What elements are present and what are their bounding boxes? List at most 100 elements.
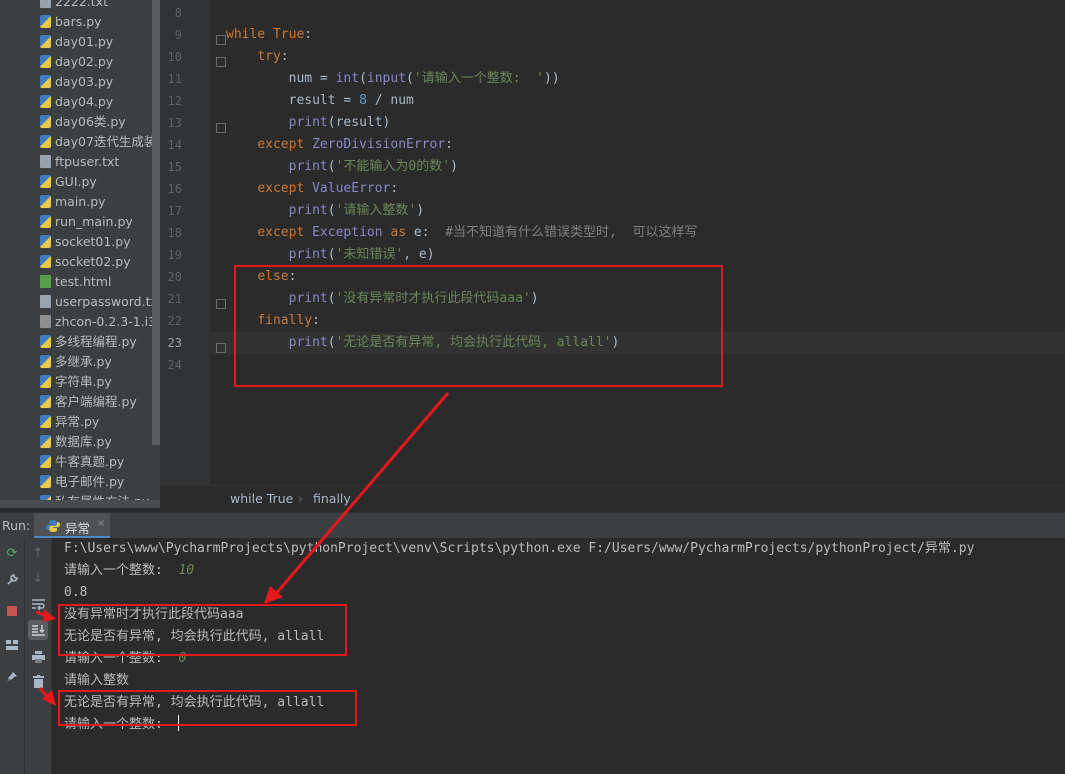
- python-file-icon: [40, 215, 51, 228]
- file-item[interactable]: ftpuser.txt: [40, 152, 160, 172]
- python-file-icon: [40, 475, 51, 488]
- line-number: 12: [167, 94, 182, 108]
- file-label: 多继承.py: [55, 354, 112, 369]
- file-item[interactable]: 异常.py: [40, 412, 160, 432]
- file-item[interactable]: main.py: [40, 192, 160, 212]
- file-item[interactable]: day01.py: [40, 32, 160, 52]
- line-number: 17: [167, 204, 182, 218]
- scroll-to-end-icon[interactable]: [28, 620, 48, 640]
- file-item[interactable]: 2222.txt: [40, 0, 160, 12]
- file-label: 数据库.py: [55, 434, 112, 449]
- code-line-19: print('未知错误', e): [288, 247, 435, 262]
- file-item[interactable]: 电子邮件.py: [40, 472, 160, 492]
- code-line-18: except Exception as e: #当不知道有什么错误类型时, 可以…: [257, 225, 698, 240]
- file-item[interactable]: 客户端编程.py: [40, 392, 160, 412]
- console-line: 无论是否有异常, 均会执行此代码, allall: [64, 695, 325, 710]
- code-editor[interactable]: 8 9 10 11 12 13 14 15 16 17 18 19 20 21 22 23 24 while T…: [160, 0, 1065, 485]
- soft-wrap-icon[interactable]: [29, 596, 47, 614]
- file-item[interactable]: day03.py: [40, 72, 160, 92]
- code-line-14: except ZeroDivisionError:: [257, 137, 453, 152]
- run-tab-label: 异常: [65, 521, 91, 536]
- print-icon[interactable]: [29, 648, 47, 666]
- file-label: day04.py: [55, 94, 114, 109]
- console-line: 没有异常时才执行此段代码aaa: [64, 607, 244, 622]
- python-file-icon: [40, 75, 51, 88]
- file-label: day06类.py: [55, 114, 126, 129]
- file-item[interactable]: bars.py: [40, 12, 160, 32]
- code-line-15: print('不能输入为0的数'): [288, 159, 458, 174]
- fold-marker-icon[interactable]: [216, 343, 226, 353]
- file-item[interactable]: 数据库.py: [40, 432, 160, 452]
- code-line-22: finally:: [257, 313, 320, 328]
- python-file-icon: [40, 35, 51, 48]
- code-line-17: print('请输入整数'): [288, 203, 425, 218]
- python-file-icon: [40, 335, 51, 348]
- close-icon[interactable]: ×: [97, 518, 105, 529]
- file-item[interactable]: zhcon-0.2.3-1.i386: [40, 312, 160, 332]
- html-file-icon: [40, 275, 51, 288]
- line-number: 16: [167, 182, 182, 196]
- python-file-icon: [40, 415, 51, 428]
- breadcrumb-item-finally[interactable]: finally: [313, 491, 351, 506]
- file-item[interactable]: test.html: [40, 272, 160, 292]
- run-tab[interactable]: 异常 ×: [34, 513, 110, 539]
- line-number: 23: [167, 336, 182, 350]
- file-item[interactable]: day06类.py: [40, 112, 160, 132]
- trash-icon[interactable]: [29, 672, 47, 690]
- file-item[interactable]: socket02.py: [40, 252, 160, 272]
- code-line-12: result = 8 / num: [288, 93, 414, 108]
- run-console[interactable]: F:\Users\www\PycharmProjects\pythonProje…: [52, 538, 1065, 774]
- file-item[interactable]: day04.py: [40, 92, 160, 112]
- file-label: run_main.py: [55, 214, 133, 229]
- fold-marker-icon[interactable]: [216, 123, 226, 133]
- run-toolbar-primary: ⟳: [0, 538, 25, 774]
- file-item[interactable]: 牛客真题.py: [40, 452, 160, 472]
- code-line-20: else:: [257, 269, 297, 284]
- python-file-icon: [40, 455, 51, 468]
- archive-file-icon: [40, 315, 51, 328]
- run-label: Run:: [2, 518, 31, 533]
- file-item[interactable]: 多线程编程.py: [40, 332, 160, 352]
- console-line: 0.8: [64, 585, 88, 600]
- file-item[interactable]: userpassword.txt: [40, 292, 160, 312]
- console-line: 无论是否有异常, 均会执行此代码, allall: [64, 629, 325, 644]
- console-input-line[interactable]: 请输入一个整数:: [64, 714, 180, 736]
- code-line-9: while True:: [226, 27, 313, 42]
- arrow-up-icon[interactable]: ↑: [29, 544, 47, 562]
- python-file-icon: [40, 435, 51, 448]
- fold-marker-icon[interactable]: [216, 35, 226, 45]
- fold-marker-icon[interactable]: [216, 57, 226, 67]
- python-file-icon: [40, 15, 51, 28]
- tree-scrollbar[interactable]: [152, 0, 160, 445]
- pin-icon[interactable]: [3, 668, 21, 686]
- file-item[interactable]: day07迭代生成装饰: [40, 132, 160, 152]
- text-caret: [178, 715, 180, 731]
- file-item[interactable]: GUI.py: [40, 172, 160, 192]
- fold-marker-icon[interactable]: [216, 299, 226, 309]
- python-file-icon: [40, 355, 51, 368]
- file-item[interactable]: day02.py: [40, 52, 160, 72]
- stop-icon[interactable]: [3, 602, 21, 620]
- layout-icon[interactable]: [3, 636, 21, 654]
- tree-horizontal-scrollbar[interactable]: [0, 500, 160, 508]
- run-tool-header: Run: 异常 ×: [0, 512, 1065, 539]
- file-item[interactable]: 多继承.py: [40, 352, 160, 372]
- file-label: userpassword.txt: [55, 294, 160, 309]
- python-icon: [46, 520, 60, 532]
- text-file-icon: [40, 155, 51, 168]
- file-item[interactable]: 字符串.py: [40, 372, 160, 392]
- file-label: day03.py: [55, 74, 114, 89]
- line-number: 11: [167, 72, 182, 86]
- rerun-icon[interactable]: ⟳: [3, 544, 21, 562]
- file-item[interactable]: run_main.py: [40, 212, 160, 232]
- arrow-down-icon[interactable]: ↓: [29, 569, 47, 587]
- file-label: 2222.txt: [55, 0, 108, 9]
- python-file-icon: [40, 115, 51, 128]
- code-line-21: print('没有异常时才执行此段代码aaa'): [288, 291, 539, 306]
- file-label: 字符串.py: [55, 374, 112, 389]
- line-number: 21: [167, 292, 182, 306]
- file-item[interactable]: socket01.py: [40, 232, 160, 252]
- breadcrumb-item-while[interactable]: while True: [230, 491, 293, 506]
- wrench-icon[interactable]: [3, 570, 21, 588]
- file-label: day01.py: [55, 34, 114, 49]
